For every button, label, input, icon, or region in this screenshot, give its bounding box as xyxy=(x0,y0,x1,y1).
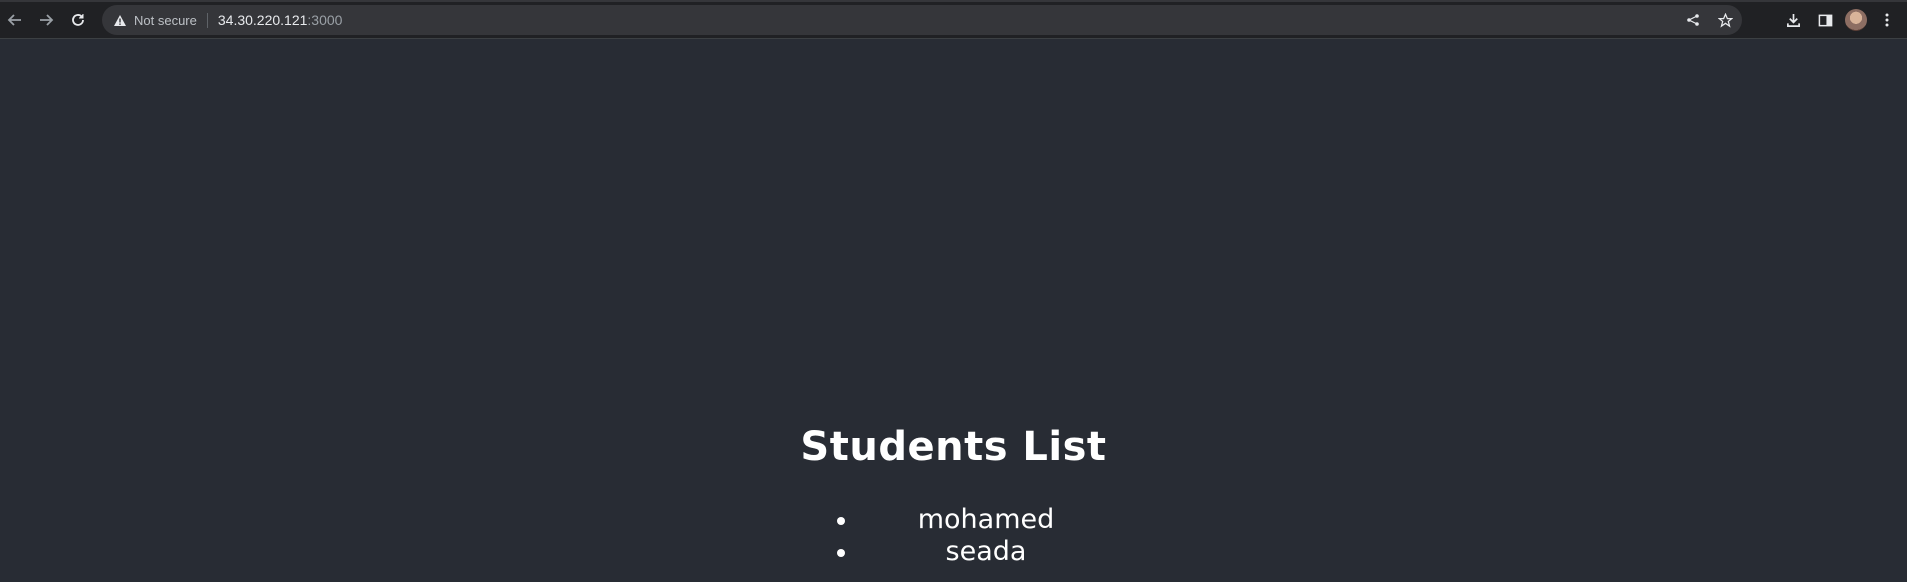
page-content: Students List mohamed seada xyxy=(0,39,1907,582)
share-icon[interactable] xyxy=(1682,9,1704,31)
browser-toolbar: Not secure 34.30.220.121:3000 xyxy=(0,0,1907,39)
back-arrow-icon[interactable] xyxy=(2,7,28,33)
student-name: seada xyxy=(945,536,1027,567)
students-list: mohamed seada xyxy=(820,504,1120,568)
list-item: mohamed xyxy=(820,504,1120,536)
student-name: mohamed xyxy=(917,504,1055,535)
profile-avatar[interactable] xyxy=(1845,9,1867,31)
address-bar[interactable]: Not secure 34.30.220.121:3000 xyxy=(102,5,1742,35)
address-divider xyxy=(206,12,208,28)
side-panel-icon[interactable] xyxy=(1813,8,1837,32)
bullet-icon xyxy=(837,549,845,557)
list-item: seada xyxy=(820,536,1120,568)
download-icon[interactable] xyxy=(1781,8,1805,32)
address-bar-actions xyxy=(1682,5,1736,35)
bullet-icon xyxy=(837,517,845,525)
security-status-label[interactable]: Not secure xyxy=(134,13,197,28)
kebab-menu-icon[interactable] xyxy=(1875,8,1899,32)
url-host: 34.30.220.121 xyxy=(217,12,308,28)
star-icon[interactable] xyxy=(1714,9,1736,31)
reload-icon[interactable] xyxy=(65,7,91,33)
url-port: :3000 xyxy=(307,12,343,28)
tab-strip-edge xyxy=(0,0,1907,2)
page-title: Students List xyxy=(800,424,1107,470)
warning-triangle-icon[interactable] xyxy=(112,12,128,28)
toolbar-actions xyxy=(1781,7,1899,33)
forward-arrow-icon[interactable] xyxy=(33,7,59,33)
